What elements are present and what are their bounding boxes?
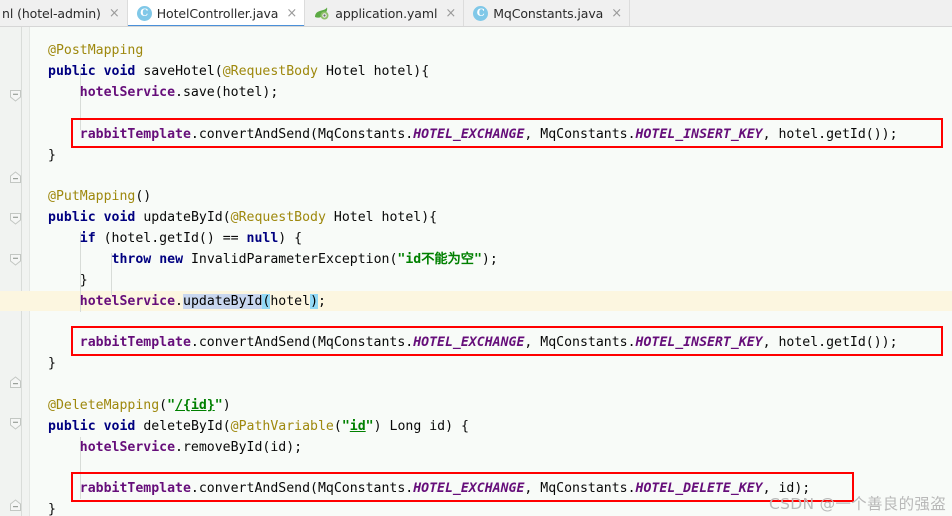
editor-gutter (0, 27, 30, 516)
fold-collapse-icon[interactable] (9, 253, 22, 266)
code-line-23: } (48, 502, 56, 516)
code-line-9: public void updateById(@RequestBody Hote… (48, 210, 438, 225)
fold-expand-icon[interactable] (9, 376, 22, 389)
close-icon[interactable]: × (109, 7, 120, 20)
ide-editor-window: nl (hotel-admin) × C HotelController.jav… (0, 0, 952, 516)
code-line-18: @DeleteMapping("/{id}") (48, 398, 231, 413)
code-line-3: hotelService.save(hotel); (79, 85, 279, 100)
code-line-20: hotelService.removeById(id); (79, 440, 303, 455)
code-line-16: } (48, 356, 56, 371)
java-class-icon: C (136, 6, 152, 21)
code-line-10: if (hotel.getId() == null) { (79, 231, 303, 246)
code-line-1: @PostMapping (48, 43, 144, 58)
code-editor-area[interactable]: @PostMapping public void saveHotel(@Requ… (30, 27, 952, 516)
fold-collapse-icon[interactable] (9, 417, 22, 430)
code-line-12: } (48, 273, 88, 288)
code-line-22: rabbitTemplate.convertAndSend(MqConstant… (79, 481, 811, 496)
java-class-icon: C (473, 6, 489, 21)
code-line-19: public void deleteById(@PathVariable("id… (48, 419, 469, 434)
code-line-11: throw new InvalidParameterException("id不… (111, 252, 498, 267)
fold-collapse-icon[interactable] (9, 89, 22, 102)
tab-hotel-admin[interactable]: nl (hotel-admin) × (0, 0, 128, 26)
tab-label: HotelController.java (156, 6, 279, 21)
watermark-text: CSDN @一个善良的强盗 (768, 495, 946, 513)
code-line-8: @PutMapping() (48, 189, 152, 204)
fold-expand-icon[interactable] (9, 499, 22, 512)
code-line-6: } (48, 148, 56, 163)
code-line-13: hotelService.updateById(hotel); (79, 294, 326, 309)
code-line-2: public void saveHotel(@RequestBody Hotel… (48, 64, 430, 79)
tab-application-yaml[interactable]: application.yaml × (305, 0, 465, 26)
source-code[interactable]: @PostMapping public void saveHotel(@Requ… (30, 27, 952, 516)
close-icon[interactable]: × (445, 7, 456, 20)
close-icon[interactable]: × (286, 7, 297, 20)
spring-yaml-icon (314, 6, 330, 21)
editor-tab-bar: nl (hotel-admin) × C HotelController.jav… (0, 0, 952, 27)
tab-label: nl (hotel-admin) (2, 6, 101, 21)
code-line-15: rabbitTemplate.convertAndSend(MqConstant… (79, 335, 898, 350)
fold-collapse-icon[interactable] (9, 212, 22, 225)
editor-scrollbar[interactable] (944, 27, 952, 516)
fold-expand-icon[interactable] (9, 171, 22, 184)
tab-label: application.yaml (335, 6, 438, 21)
tab-hotelcontroller-java[interactable]: C HotelController.java × (127, 0, 306, 26)
tab-mqconstants-java[interactable]: C MqConstants.java × (464, 0, 631, 26)
current-line-gutter-highlight (0, 291, 30, 311)
code-line-5: rabbitTemplate.convertAndSend(MqConstant… (79, 127, 898, 142)
tab-label: MqConstants.java (493, 6, 604, 21)
close-icon[interactable]: × (611, 7, 622, 20)
